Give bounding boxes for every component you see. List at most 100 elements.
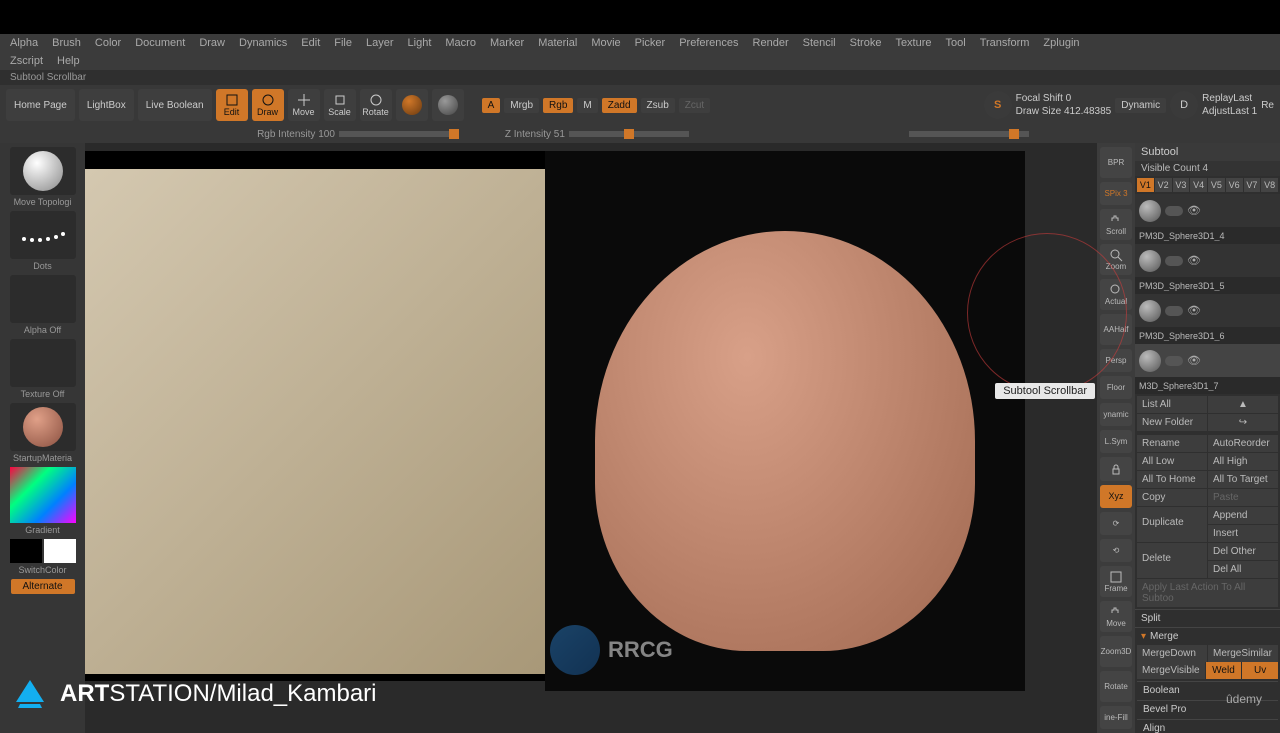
focal-shift-slider[interactable]: Focal Shift 0	[1016, 93, 1112, 104]
menu-brush[interactable]: Brush	[52, 37, 81, 49]
menu-transform[interactable]: Transform	[980, 37, 1030, 49]
menu-preferences[interactable]: Preferences	[679, 37, 738, 49]
paste-button[interactable]: Paste	[1208, 489, 1278, 506]
alternate-button[interactable]: Alternate	[11, 579, 75, 594]
frame-button[interactable]: Frame	[1100, 566, 1132, 597]
panel-title[interactable]: Subtool	[1135, 143, 1280, 161]
all-high-button[interactable]: All High	[1208, 453, 1278, 470]
visibility-tab-7[interactable]: V7	[1244, 178, 1261, 192]
dynamic-button[interactable]: Dynamic	[1115, 98, 1166, 113]
ghost-button[interactable]: ⟲	[1100, 539, 1132, 562]
subtool-toggle[interactable]	[1165, 356, 1183, 366]
subtool-toggle[interactable]	[1165, 306, 1183, 316]
move3d-button[interactable]: Move	[1100, 601, 1132, 632]
menu-stencil[interactable]: Stencil	[803, 37, 836, 49]
menu-edit[interactable]: Edit	[301, 37, 320, 49]
rename-button[interactable]: Rename	[1137, 435, 1207, 452]
d-icon[interactable]: D	[1170, 91, 1198, 119]
menu-draw[interactable]: Draw	[199, 37, 225, 49]
switch-color-button[interactable]: SwitchColor	[18, 565, 66, 575]
z-intensity-slider[interactable]: Z Intensity 51	[505, 129, 565, 140]
align-section[interactable]: Align	[1137, 719, 1278, 733]
rotate3d-button[interactable]: Rotate	[1100, 671, 1132, 702]
new-folder-button[interactable]: New Folder	[1137, 414, 1207, 431]
split-section[interactable]: Split	[1135, 609, 1280, 627]
move-mode-button[interactable]: Move	[288, 89, 320, 121]
rgb-intensity-slider[interactable]: Rgb Intensity 100	[257, 129, 335, 140]
stroke-selector[interactable]	[10, 211, 76, 259]
subtool-row[interactable]: 👁	[1135, 194, 1280, 228]
rotate-mode-button[interactable]: Rotate	[360, 89, 392, 121]
draw-size-slider[interactable]: Draw Size 412.48385	[1016, 106, 1112, 117]
merge-visible-button[interactable]: MergeVisible	[1137, 662, 1205, 679]
sphere-button[interactable]	[432, 89, 464, 121]
zadd-button[interactable]: Zadd	[602, 98, 637, 113]
visibility-tab-3[interactable]: V3	[1173, 178, 1190, 192]
texture-selector[interactable]	[10, 339, 76, 387]
menu-color[interactable]: Color	[95, 37, 121, 49]
duplicate-button[interactable]: Duplicate	[1137, 507, 1207, 542]
del-all-button[interactable]: Del All	[1208, 561, 1278, 578]
subtool-row[interactable]: 👁	[1135, 244, 1280, 278]
secondary-color-swatch[interactable]	[10, 539, 42, 563]
visibility-tab-1[interactable]: V1	[1137, 178, 1154, 192]
menu-texture[interactable]: Texture	[895, 37, 931, 49]
gradient-label[interactable]: Gradient	[25, 525, 60, 535]
primary-color-swatch[interactable]	[44, 539, 76, 563]
menu-movie[interactable]: Movie	[591, 37, 620, 49]
color-picker[interactable]	[10, 467, 76, 523]
scroll-button[interactable]: Scroll	[1100, 209, 1132, 240]
insert-button[interactable]: Insert	[1208, 525, 1278, 542]
subtool-toggle[interactable]	[1165, 206, 1183, 216]
arrow-up-button[interactable]: ▲	[1208, 396, 1278, 413]
all-to-target-button[interactable]: All To Target	[1208, 471, 1278, 488]
menu-tool[interactable]: Tool	[946, 37, 966, 49]
menu-macro[interactable]: Macro	[445, 37, 476, 49]
subtool-row[interactable]: 👁	[1135, 294, 1280, 328]
menu-picker[interactable]: Picker	[635, 37, 666, 49]
spix-button[interactable]: SPix 3	[1100, 182, 1132, 205]
zcut-button[interactable]: Zcut	[679, 98, 710, 113]
zsub-button[interactable]: Zsub	[641, 98, 675, 113]
visibility-tab-6[interactable]: V6	[1226, 178, 1243, 192]
visibility-tab-8[interactable]: V8	[1261, 178, 1278, 192]
menu-marker[interactable]: Marker	[490, 37, 524, 49]
menu-dynamics[interactable]: Dynamics	[239, 37, 287, 49]
menu-alpha[interactable]: Alpha	[10, 37, 38, 49]
mrgb-button[interactable]: Mrgb	[504, 98, 539, 113]
menu-help[interactable]: Help	[57, 55, 80, 67]
a-button[interactable]: A	[482, 98, 501, 113]
scale-mode-button[interactable]: Scale	[324, 89, 356, 121]
xyz-button[interactable]: Xyz	[1100, 485, 1132, 508]
gizmo-button[interactable]	[396, 89, 428, 121]
subtool-toggle[interactable]	[1165, 256, 1183, 266]
adjust-last-slider[interactable]: AdjustLast 1	[1202, 106, 1257, 117]
visibility-tab-4[interactable]: V4	[1190, 178, 1207, 192]
s-icon[interactable]: S	[984, 91, 1012, 119]
rgb-button[interactable]: Rgb	[543, 98, 573, 113]
eye-icon[interactable]: 👁	[1187, 354, 1201, 367]
all-low-button[interactable]: All Low	[1137, 453, 1207, 470]
visibility-tab-5[interactable]: V5	[1208, 178, 1225, 192]
bpr-button[interactable]: BPR	[1100, 147, 1132, 178]
uv-button[interactable]: Uv	[1242, 662, 1278, 679]
alpha-selector[interactable]	[10, 275, 76, 323]
re-button[interactable]: Re	[1261, 100, 1274, 111]
eye-icon[interactable]: 👁	[1187, 304, 1201, 317]
home-page-button[interactable]: Home Page	[6, 89, 75, 121]
delete-button[interactable]: Delete	[1137, 543, 1207, 578]
transp-button[interactable]: ⟳	[1100, 512, 1132, 535]
weld-button[interactable]: Weld	[1206, 662, 1242, 679]
dynamic-rail-button[interactable]: ynamic	[1100, 403, 1132, 426]
zoom3d-button[interactable]: Zoom3D	[1100, 636, 1132, 667]
lsym-button[interactable]: L.Sym	[1100, 430, 1132, 453]
list-all-button[interactable]: List All	[1137, 396, 1207, 413]
live-boolean-button[interactable]: Live Boolean	[138, 89, 212, 121]
all-to-home-button[interactable]: All To Home	[1137, 471, 1207, 488]
replay-last-button[interactable]: ReplayLast	[1202, 93, 1257, 104]
m-button[interactable]: M	[577, 98, 597, 113]
eye-icon[interactable]: 👁	[1187, 204, 1201, 217]
eye-icon[interactable]: 👁	[1187, 254, 1201, 267]
folder-arrow-button[interactable]: ↪	[1208, 414, 1278, 431]
floor-button[interactable]: Floor	[1100, 376, 1132, 399]
